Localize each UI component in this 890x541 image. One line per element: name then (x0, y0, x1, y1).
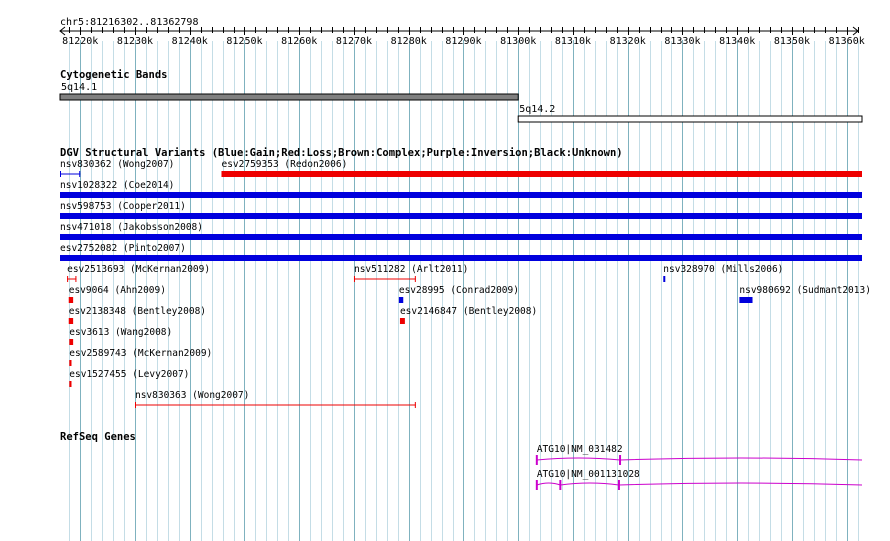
dgv-variant-bar (60, 213, 862, 219)
dgv-variant-bar (69, 339, 74, 345)
cytoband-label: 5q14.2 (519, 104, 555, 115)
gene-exon (535, 455, 538, 465)
dgv-variant-bar (69, 360, 72, 366)
dgv-variant-label: nsv328970 (Mills2006) (663, 264, 783, 275)
dgv-variant-label: esv2752082 (Pinto2007) (60, 243, 186, 254)
dgv-variant-label: esv3613 (Wang2008) (69, 327, 172, 338)
track-title-dgv: DGV Structural Variants (Blue:Gain;Red:L… (60, 147, 623, 159)
dgv-variant-bar (398, 297, 404, 303)
dgv-variant-bar (68, 318, 74, 324)
dgv-variant-bar (69, 381, 72, 387)
ruler-tick-label: 81240k (172, 36, 208, 47)
dgv-variant[interactable]: nsv830363 (Wong2007) (134, 390, 416, 408)
dgv-variant[interactable]: nsv328970 (Mills2006) (663, 264, 783, 282)
ruler-tick-label: 81280k (391, 36, 427, 47)
ruler-tick-label: 81340k (719, 36, 755, 47)
dgv-variant-label: nsv980692 (Sudmant2013) (739, 285, 871, 296)
gene-intron-line (536, 457, 863, 461)
ruler-tick-label: 81230k (117, 36, 153, 47)
dgv-variant-label: nsv830363 (Wong2007) (135, 390, 249, 401)
dgv-variant-bar (739, 297, 753, 303)
dgv-variant[interactable]: esv28995 (Conrad2009) (398, 285, 519, 303)
coordinate-ruler[interactable]: chr5:81216302..81362798 81220k 81230k 8124… (59, 17, 865, 47)
dgv-variant[interactable]: nsv598753 (Cooper2011) (60, 201, 862, 219)
dgv-variant-bar (399, 318, 405, 324)
dgv-variant-label: esv2759353 (Redon2006) (221, 159, 347, 170)
dgv-variant[interactable]: esv2513693 (McKernan2009) (67, 264, 210, 282)
ruler-tick-label: 81320k (610, 36, 646, 47)
dgv-variant[interactable]: esv2752082 (Pinto2007) (60, 243, 862, 261)
dgv-variant[interactable]: esv3613 (Wang2008) (69, 327, 172, 345)
refseq-genes-track: RefSeq Genes ATG10|NM_031482 ATG10|NM_001… (60, 431, 863, 490)
dgv-variant-label: nsv511282 (Arlt2011) (354, 264, 468, 275)
gene-label: ATG10|NM_001131028 (537, 469, 640, 480)
ruler-tick-label: 81220k (62, 36, 98, 47)
gene-exon (535, 480, 538, 490)
cytogenetic-bands-track: Cytogenetic Bands 5q14.1 5q14.2 (59, 69, 863, 123)
position-label: chr5:81216302..81362798 (60, 17, 198, 28)
gene-exon (617, 480, 620, 490)
dgv-variant-label: esv28995 (Conrad2009) (399, 285, 519, 296)
ruler-tick-label: 81260k (281, 36, 317, 47)
dgv-variant[interactable]: esv2138348 (Bentley2008) (68, 306, 206, 324)
dgv-variant-bar (60, 192, 862, 198)
dgv-variant-label: nsv1028322 (Coe2014) (60, 180, 174, 191)
dgv-variant-label: esv2146847 (Bentley2008) (400, 306, 537, 317)
genome-browser-view: chr5:81216302..81362798 81220k 81230k 8124… (59, 17, 871, 541)
dgv-variant[interactable]: esv1527455 (Levy2007) (69, 369, 189, 387)
gene-exon (559, 480, 562, 490)
dgv-variant-bar (221, 171, 862, 177)
cytoband-5q14-1[interactable] (59, 93, 519, 101)
ruler-tick-label: 81310k (555, 36, 591, 47)
cytoband-label: 5q14.1 (61, 82, 97, 93)
track-title-refseq: RefSeq Genes (60, 431, 136, 443)
dgv-variant-label: nsv598753 (Cooper2011) (60, 201, 186, 212)
ruler-tick-label: 81270k (336, 36, 372, 47)
dgv-variant-label: esv2589743 (McKernan2009) (69, 348, 212, 359)
dgv-variant-label: nsv471018 (Jakobsson2008) (60, 222, 203, 233)
dgv-variant-bar (60, 255, 862, 261)
dgv-variant[interactable]: esv2759353 (Redon2006) (221, 159, 862, 177)
dgv-variant-label: nsv830362 (Wong2007) (60, 159, 174, 170)
gene-intron-line (536, 482, 863, 486)
track-title-cytobands: Cytogenetic Bands (60, 69, 167, 81)
dgv-variant-label: esv1527455 (Levy2007) (69, 369, 189, 380)
dgv-variant-bar (68, 297, 74, 303)
ruler-tick-label: 81250k (226, 36, 262, 47)
dgv-variant-bar (663, 276, 666, 282)
dgv-structural-variants-track: DGV Structural Variants (Blue:Gain;Red:L… (60, 147, 871, 408)
gene-exon (619, 455, 622, 465)
cytoband-5q14-2[interactable] (517, 115, 863, 123)
dgv-variant[interactable]: nsv511282 (Arlt2011) (353, 264, 468, 282)
dgv-variant-label: esv2138348 (Bentley2008) (69, 306, 206, 317)
ruler-tick-label: 81300k (500, 36, 536, 47)
gene-label: ATG10|NM_031482 (537, 444, 623, 455)
dgv-variant[interactable]: esv9064 (Ahn2009) (68, 285, 166, 303)
dgv-variant[interactable]: nsv1028322 (Coe2014) (60, 180, 862, 198)
ruler-tick-label: 81360k (829, 36, 865, 47)
dgv-variant[interactable]: nsv471018 (Jakobsson2008) (60, 222, 862, 240)
dgv-variant-label: esv9064 (Ahn2009) (69, 285, 166, 296)
dgv-variant-bar (60, 234, 862, 240)
ruler-tick-label: 81290k (445, 36, 481, 47)
ruler-tick-label: 81350k (774, 36, 810, 47)
ruler-tick-label: 81330k (664, 36, 700, 47)
dgv-variant-label: esv2513693 (McKernan2009) (67, 264, 210, 275)
